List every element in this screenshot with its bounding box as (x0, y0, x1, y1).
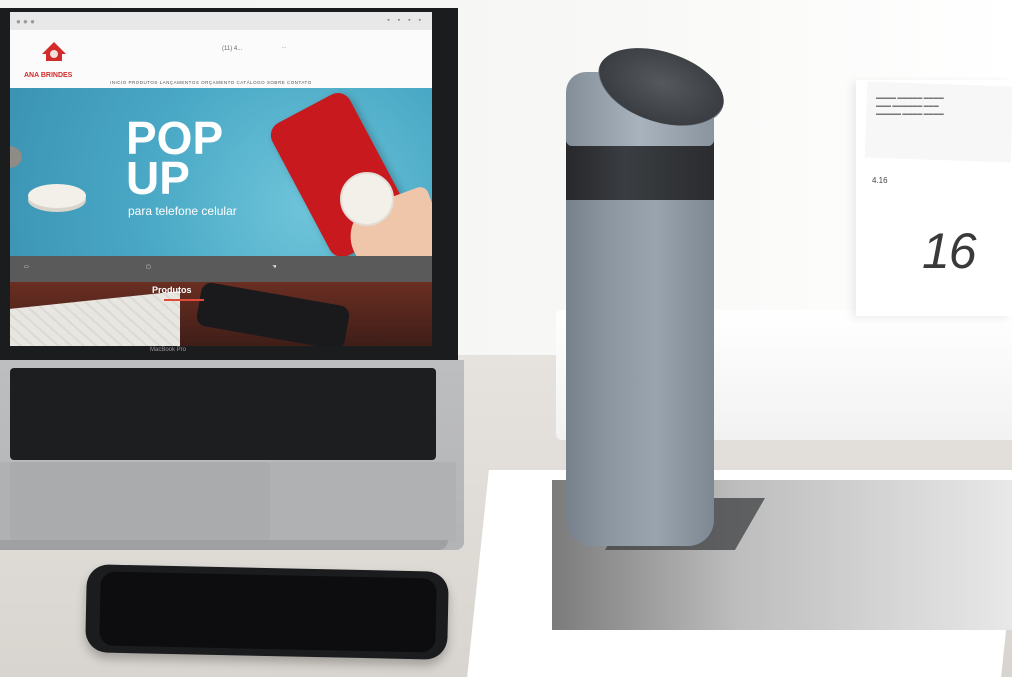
smartphone-screen (99, 571, 437, 653)
product-phone-image (195, 282, 351, 346)
popsocket-disc-image (28, 184, 86, 208)
header-contact: ... (282, 44, 287, 50)
hero-subtitle: para telefone celular (128, 204, 237, 218)
logo-icon (42, 42, 66, 61)
window-controls-icon: ● ● ● (16, 17, 35, 26)
products-underline (164, 299, 204, 301)
logo-text: ANA BRINDES (24, 72, 73, 79)
hero-title: POP UP (126, 115, 223, 204)
feature-box-icon: ▢ (146, 264, 151, 270)
calendar-small-text: 4.16 (872, 176, 888, 185)
laptop-front-edge (0, 540, 448, 550)
laptop-screen: ● ● ● ▪ ▪ ▪ ▪ ANA BRINDES (11) 4... ... … (10, 12, 432, 346)
popsocket-grip-image (340, 172, 394, 226)
site-nav: INICIO PRODUTOS LANÇAMENTOS ORÇAMENTO CA… (110, 80, 312, 85)
browser-extension-icons: ▪ ▪ ▪ ▪ (387, 17, 424, 24)
laptop-trackpad (10, 462, 270, 540)
calendar-day-number: 16 (922, 223, 977, 279)
laptop-keyboard (10, 368, 436, 460)
site-header: ANA BRINDES (11) 4... ... INICIO PRODUTO… (10, 30, 432, 88)
laptop-model-label: MacBook Pro (150, 347, 187, 353)
header-phone: (11) 4... (222, 46, 243, 52)
hero-title-line2: UP (126, 152, 190, 204)
hero-banner: POP UP para telefone celular (10, 88, 432, 256)
features-strip: ▭ ▢ ☚ (10, 256, 432, 282)
photo-scene: ● ● ● ▪ ▪ ▪ ▪ ANA BRINDES (11) 4... ... … (0, 0, 1012, 677)
feature-truck-icon: ▭ (24, 264, 29, 270)
popsocket-side-image (10, 146, 22, 168)
products-heading: Produtos (152, 285, 192, 295)
browser-toolbar: ● ● ● ▪ ▪ ▪ ▪ (10, 12, 432, 31)
products-section: Produtos (10, 282, 432, 346)
paper-map-image (10, 291, 180, 346)
feature-hand-icon: ☚ (272, 264, 277, 270)
calendar-fine-print: ▬▬▬▬ ▬▬▬▬▬ ▬▬▬▬ ▬▬▬ ▬▬▬▬▬▬ ▬▬▬ ▬▬▬▬▬ ▬▬▬▬ … (876, 95, 944, 117)
